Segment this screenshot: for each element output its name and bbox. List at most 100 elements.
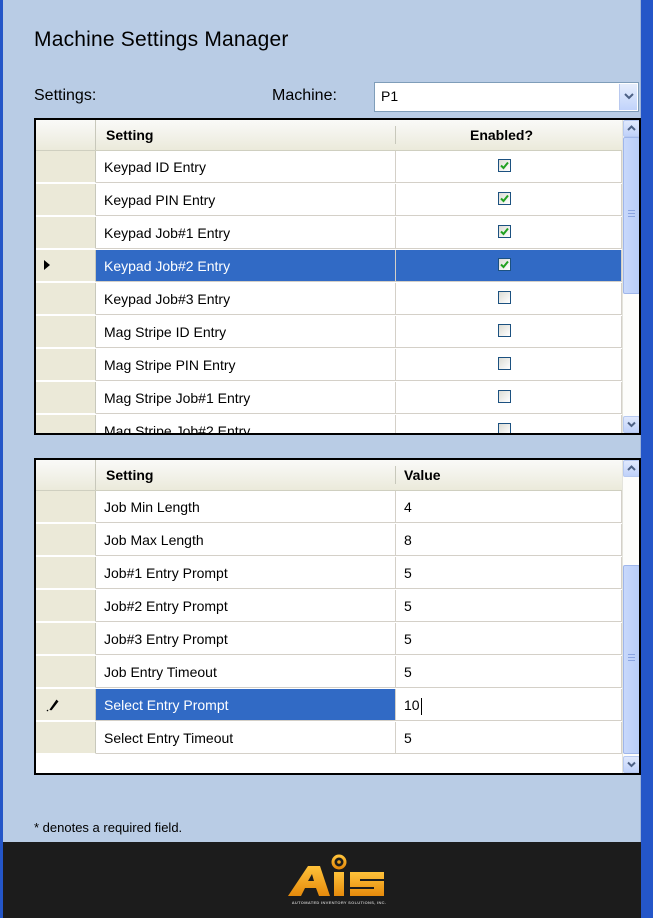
table-row[interactable]: Select Entry Prompt 10 [36,689,622,722]
table-row[interactable]: Job Entry Timeout 5 [36,656,622,689]
enabled-cell[interactable] [396,250,622,282]
scroll-thumb[interactable] [623,565,639,754]
enabled-cell[interactable] [396,316,622,348]
table-row[interactable]: Keypad Job#3 Entry [36,283,622,316]
scroll-down-button[interactable] [623,756,639,773]
enabled-checkbox[interactable] [498,324,511,337]
setting-name-cell[interactable]: Keypad Job#3 Entry [96,283,396,315]
row-header[interactable] [36,217,96,249]
row-header[interactable] [36,283,96,315]
enabled-checkbox[interactable] [498,258,511,271]
enabled-cell[interactable] [396,217,622,249]
row-header[interactable] [36,415,96,433]
enabled-checkbox[interactable] [498,390,511,403]
row-header[interactable] [36,590,96,622]
table-row[interactable]: Job Max Length 8 [36,524,622,557]
setting-name-cell[interactable]: Mag Stripe Job#2 Entry [96,415,396,433]
table-row[interactable]: Mag Stripe Job#1 Entry [36,382,622,415]
footer-bar: AUTOMATED INVENTORY SOLUTIONS, INC. [3,842,641,918]
setting-name-cell[interactable]: Job Max Length [96,524,396,556]
grip-line [628,210,635,211]
value-grid-scrollbar[interactable] [622,460,639,773]
row-header[interactable] [36,491,96,523]
table-row[interactable]: Mag Stripe ID Entry [36,316,622,349]
value-cell[interactable]: 10 [396,689,622,721]
value-cell[interactable]: 5 [396,722,622,754]
row-header[interactable] [36,184,96,216]
table-row[interactable]: Keypad PIN Entry [36,184,622,217]
row-header[interactable] [36,524,96,556]
setting-name-cell[interactable]: Job#3 Entry Prompt [96,623,396,655]
setting-name-cell[interactable]: Select Entry Prompt [96,689,396,721]
setting-name-cell[interactable]: Mag Stripe ID Entry [96,316,396,348]
value-cell[interactable]: 5 [396,557,622,589]
enabled-cell[interactable] [396,184,622,216]
enabled-cell[interactable] [396,415,622,433]
column-header-setting[interactable]: Setting [106,127,153,143]
checkmark-icon [500,161,509,170]
enabled-grid-scrollbar[interactable] [622,120,639,433]
enabled-settings-grid[interactable]: Setting Enabled? Keypad ID Entry Keypad P… [34,118,641,435]
row-header[interactable] [36,349,96,381]
row-header[interactable] [36,382,96,414]
enabled-checkbox[interactable] [498,357,511,370]
row-header[interactable] [36,151,96,183]
setting-name-cell[interactable]: Job Min Length [96,491,396,523]
setting-name-cell[interactable]: Keypad ID Entry [96,151,396,183]
setting-name-cell[interactable]: Mag Stripe PIN Entry [96,349,396,381]
grip-line [628,657,635,658]
row-header[interactable] [36,557,96,589]
value-cell[interactable]: 5 [396,590,622,622]
value-settings-grid[interactable]: Setting Value Job Min Length 4 Job Max Len… [34,458,641,775]
value-cell[interactable]: 5 [396,623,622,655]
setting-name-cell[interactable]: Mag Stripe Job#1 Entry [96,382,396,414]
table-row[interactable]: Job#3 Entry Prompt 5 [36,623,622,656]
value-text: 5 [404,565,412,581]
table-row[interactable]: Job Min Length 4 [36,491,622,524]
enabled-cell[interactable] [396,349,622,381]
machine-select-button[interactable] [619,84,637,110]
setting-name-cell[interactable]: Job#1 Entry Prompt [96,557,396,589]
enabled-checkbox[interactable] [498,291,511,304]
table-row[interactable]: Keypad Job#1 Entry [36,217,622,250]
table-row[interactable]: Select Entry Timeout 5 [36,722,622,755]
column-header-value[interactable]: Value [404,467,441,483]
row-header[interactable] [36,250,96,282]
setting-name-cell[interactable]: Keypad PIN Entry [96,184,396,216]
scroll-up-button[interactable] [623,120,639,137]
setting-name-cell[interactable]: Job Entry Timeout [96,656,396,688]
row-header[interactable] [36,316,96,348]
setting-name-cell[interactable]: Select Entry Timeout [96,722,396,754]
table-row[interactable]: Job#2 Entry Prompt 5 [36,590,622,623]
enabled-checkbox[interactable] [498,192,511,205]
scroll-up-button[interactable] [623,460,639,477]
enabled-checkbox[interactable] [498,423,511,433]
table-row[interactable]: Job#1 Entry Prompt 5 [36,557,622,590]
table-row[interactable]: Keypad Job#2 Entry [36,250,622,283]
setting-name-cell[interactable]: Job#2 Entry Prompt [96,590,396,622]
setting-name-cell[interactable]: Keypad Job#2 Entry [96,250,396,282]
scroll-down-button[interactable] [623,416,639,433]
column-header-setting[interactable]: Setting [106,467,153,483]
value-cell[interactable]: 8 [396,524,622,556]
window-left-edge [0,0,3,918]
row-header[interactable] [36,656,96,688]
enabled-checkbox[interactable] [498,159,511,172]
table-row[interactable]: Mag Stripe Job#2 Entry [36,415,622,433]
setting-name-cell[interactable]: Keypad Job#1 Entry [96,217,396,249]
enabled-checkbox[interactable] [498,225,511,238]
machine-select[interactable]: P1 [374,82,639,112]
enabled-cell[interactable] [396,382,622,414]
column-header-enabled[interactable]: Enabled? [470,127,533,143]
enabled-cell[interactable] [396,151,622,183]
value-cell[interactable]: 4 [396,491,622,523]
value-text: 5 [404,631,412,647]
table-row[interactable]: Keypad ID Entry [36,151,622,184]
scroll-thumb[interactable] [623,137,639,294]
row-header[interactable] [36,623,96,655]
enabled-cell[interactable] [396,283,622,315]
value-cell[interactable]: 5 [396,656,622,688]
table-row[interactable]: Mag Stripe PIN Entry [36,349,622,382]
row-header[interactable] [36,689,96,721]
row-header[interactable] [36,722,96,754]
